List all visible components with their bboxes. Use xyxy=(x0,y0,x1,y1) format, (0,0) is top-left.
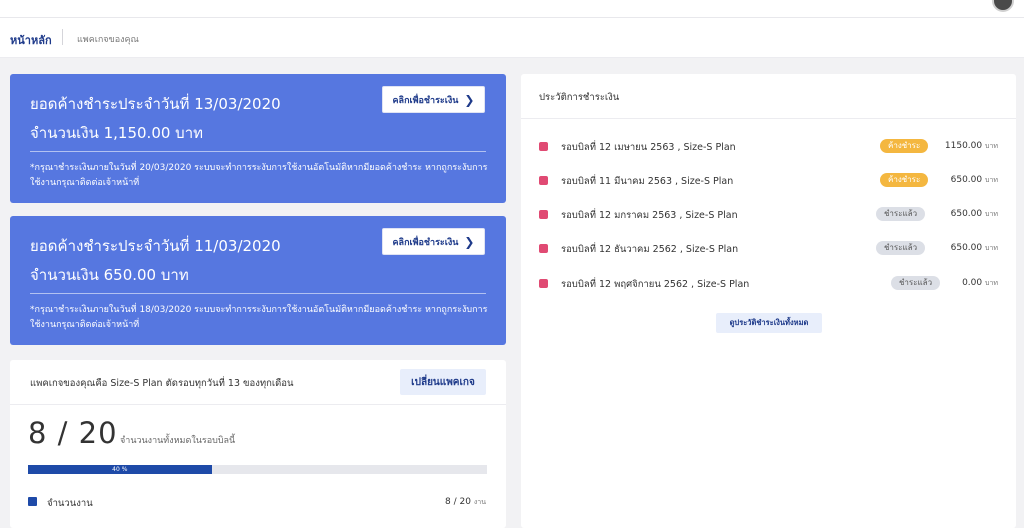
history-row-amount: 650.00 บาท xyxy=(951,175,998,186)
due-card: ยอดค้างชำระประจำวันที่ 11/03/2020 จำนวนเ… xyxy=(10,216,506,345)
package-card: แพคเกจของคุณคือ Size-S Plan ตัดรอบทุกวัน… xyxy=(10,360,506,528)
job-count: 8 / 20 xyxy=(28,416,118,450)
history-row-amount: 650.00 บาท xyxy=(951,243,998,254)
breadcrumb-separator xyxy=(62,29,63,45)
amount-value: 650.00 xyxy=(950,175,983,185)
legend-value-count: 8 / 20 xyxy=(445,497,471,507)
history-row-label: รอบบิลที่ 12 มกราคม 2563 , Size-S Plan xyxy=(561,210,738,221)
amount-unit: บาท xyxy=(985,210,998,218)
history-row-label: รอบบิลที่ 12 เมษายน 2563 , Size-S Plan xyxy=(561,142,736,153)
history-row-amount: 0.00 บาท xyxy=(962,278,998,289)
due-note: *กรุณาชำระเงินภายในวันที่ 20/03/2020 ระบ… xyxy=(30,163,488,188)
amount-unit: บาท xyxy=(985,176,998,184)
due-card: ยอดค้างชำระประจำวันที่ 13/03/2020 จำนวนเ… xyxy=(10,74,506,203)
status-badge: ชำระแล้ว xyxy=(876,241,926,255)
pay-button[interactable]: คลิกเพื่อชำระเงิน ❯ xyxy=(382,228,485,255)
history-row: รอบบิลที่ 12 มกราคม 2563 , Size-S Plan ช… xyxy=(521,204,1016,224)
pay-button-label: คลิกเพื่อชำระเงิน xyxy=(392,95,459,106)
legend-label: จำนวนงาน xyxy=(47,498,93,509)
history-row-amount: 1150.00 บาท xyxy=(945,141,998,152)
bullet-icon xyxy=(539,210,548,219)
history-row: รอบบิลที่ 12 ธันวาคม 2562 , Size-S Plan … xyxy=(521,238,1016,258)
history-row: รอบบิลที่ 12 เมษายน 2563 , Size-S Plan ค… xyxy=(521,136,1016,156)
payment-history-title: ประวัติการชำระเงิน xyxy=(539,92,620,103)
job-count-caption: จำนวนงานทั้งหมดในรอบบิลนี้ xyxy=(120,436,236,446)
top-bar xyxy=(0,0,1024,18)
divider xyxy=(30,151,486,152)
amount-value: 650.00 xyxy=(950,243,983,253)
usage-progress-fill: 40 % xyxy=(28,465,212,474)
payment-history-header: ประวัติการชำระเงิน xyxy=(521,74,1016,119)
usage-progress-label: 40 % xyxy=(112,466,128,473)
bullet-icon xyxy=(539,279,548,288)
breadcrumb-current: แพคเกจของคุณ xyxy=(77,35,139,45)
bullet-icon xyxy=(539,142,548,151)
package-header: แพคเกจของคุณคือ Size-S Plan ตัดรอบทุกวัน… xyxy=(10,360,506,405)
due-amount: จำนวนเงิน 650.00 บาท xyxy=(30,266,189,284)
history-row-label: รอบบิลที่ 11 มีนาคม 2563 , Size-S Plan xyxy=(561,176,734,187)
amount-unit: บาท xyxy=(985,142,998,150)
breadcrumb-home-link[interactable]: หน้าหลัก xyxy=(10,31,52,49)
legend-value-unit: งาน xyxy=(473,498,486,506)
due-title: ยอดค้างชำระประจำวันที่ 13/03/2020 xyxy=(30,95,281,113)
pay-button[interactable]: คลิกเพื่อชำระเงิน ❯ xyxy=(382,86,485,113)
chevron-right-icon: ❯ xyxy=(464,234,475,249)
payment-history-card: ประวัติการชำระเงิน รอบบิลที่ 12 เมษายน 2… xyxy=(521,74,1016,528)
status-badge: ค้างชำระ xyxy=(880,173,929,187)
bullet-icon xyxy=(539,244,548,253)
history-row-label: รอบบิลที่ 12 ธันวาคม 2562 , Size-S Plan xyxy=(561,244,739,255)
due-amount: จำนวนเงิน 1,150.00 บาท xyxy=(30,124,204,142)
divider xyxy=(30,293,486,294)
legend-value: 8 / 20 งาน xyxy=(445,497,486,508)
amount-unit: บาท xyxy=(985,244,998,252)
usage-progress-bar: 40 % xyxy=(28,465,487,474)
history-row-label: รอบบิลที่ 12 พฤศจิกายน 2562 , Size-S Pla… xyxy=(561,279,750,290)
amount-unit: บาท xyxy=(985,279,998,287)
avatar[interactable] xyxy=(992,0,1014,12)
history-row-amount: 650.00 บาท xyxy=(951,209,998,220)
due-note: *กรุณาชำระเงินภายในวันที่ 18/03/2020 ระบ… xyxy=(30,305,488,330)
status-badge: ค้างชำระ xyxy=(880,139,929,153)
amount-value: 650.00 xyxy=(950,209,983,219)
history-row: รอบบิลที่ 11 มีนาคม 2563 , Size-S Plan ค… xyxy=(521,170,1016,190)
amount-value: 0.00 xyxy=(962,278,983,288)
history-row: รอบบิลที่ 12 พฤศจิกายน 2562 , Size-S Pla… xyxy=(521,273,1016,293)
status-badge: ชำระแล้ว xyxy=(891,276,941,290)
status-badge: ชำระแล้ว xyxy=(876,207,926,221)
amount-value: 1150.00 xyxy=(944,141,983,151)
pay-button-label: คลิกเพื่อชำระเงิน xyxy=(392,237,459,248)
view-all-history-button[interactable]: ดูประวัติชำระเงินทั้งหมด xyxy=(716,313,822,333)
due-title: ยอดค้างชำระประจำวันที่ 11/03/2020 xyxy=(30,237,281,255)
chevron-right-icon: ❯ xyxy=(464,92,475,107)
package-title: แพคเกจของคุณคือ Size-S Plan ตัดรอบทุกวัน… xyxy=(30,378,294,389)
bullet-icon xyxy=(539,176,548,185)
change-package-button[interactable]: เปลี่ยนแพคเกจ xyxy=(400,369,486,395)
breadcrumb: หน้าหลัก แพคเกจของคุณ xyxy=(0,18,1024,58)
legend-swatch xyxy=(28,497,37,506)
